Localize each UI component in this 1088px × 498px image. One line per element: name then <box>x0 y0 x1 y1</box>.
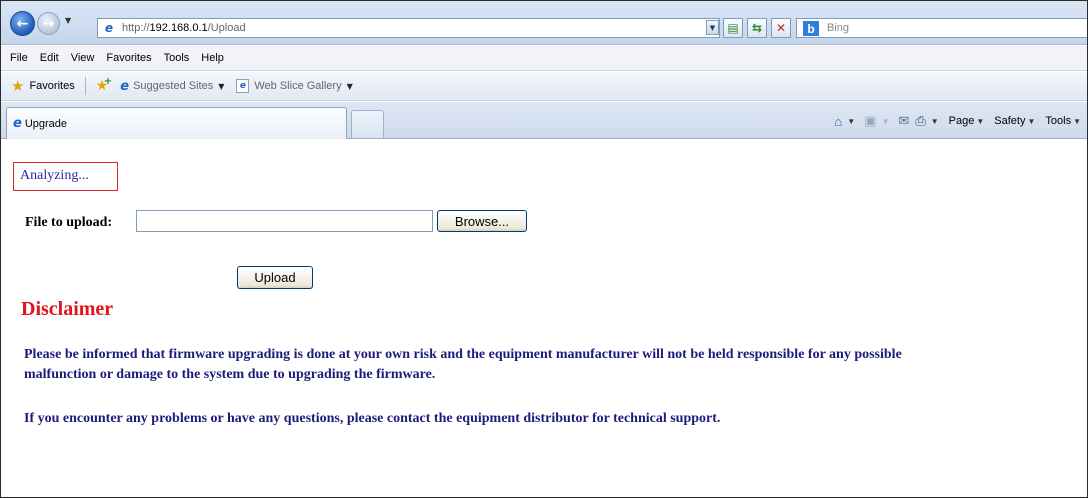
disclaimer-line-1: Please be informed that firmware upgradi… <box>24 347 902 362</box>
suggested-sites-link[interactable]: Suggested Sites <box>133 80 213 92</box>
back-arrow-icon[interactable]: ← <box>10 11 35 36</box>
chevron-down-icon[interactable]: ▼ <box>976 117 984 126</box>
ie-icon: e <box>13 116 22 131</box>
search-input[interactable]: b Bing <box>796 18 1087 38</box>
mail-icon[interactable]: ✉ <box>898 113 909 129</box>
menu-file[interactable]: File <box>4 52 34 64</box>
browser-window: ← → ▼ e http://192.168.0.1/Upload ▼ ▤ ⇆ … <box>0 0 1088 498</box>
home-icon[interactable]: ⌂ <box>834 114 842 129</box>
divider <box>84 77 86 95</box>
web-slice-gallery-link[interactable]: Web Slice Gallery <box>254 80 341 92</box>
menu-favorites[interactable]: Favorites <box>100 52 157 64</box>
feeds-icon[interactable]: ▣ <box>864 113 876 129</box>
new-tab-button[interactable] <box>351 110 384 138</box>
file-path-input[interactable] <box>136 210 433 232</box>
search-placeholder: Bing <box>827 22 850 34</box>
tools-menu[interactable]: Tools <box>1045 115 1071 127</box>
disclaimer-line-2: malfunction or damage to the system due … <box>24 367 436 382</box>
chevron-down-icon[interactable]: ▼ <box>1073 117 1081 126</box>
browse-button[interactable]: Browse... <box>437 210 527 232</box>
web-slice-icon: e <box>236 79 250 93</box>
menu-help[interactable]: Help <box>195 52 230 64</box>
ie-icon: e <box>120 78 130 94</box>
url-host: 192.168.0.1 <box>149 22 208 34</box>
menu-view[interactable]: View <box>65 52 101 64</box>
menu-edit[interactable]: Edit <box>34 52 65 64</box>
address-bar[interactable]: e http://192.168.0.1/Upload <box>97 18 720 38</box>
chevron-down-icon[interactable]: ▼ <box>347 82 353 91</box>
disclaimer-heading: Disclaimer <box>21 298 114 320</box>
refresh-icon[interactable]: ⇆ <box>747 18 767 38</box>
status-text: Analyzing... <box>13 162 118 191</box>
safety-menu[interactable]: Safety <box>994 115 1025 127</box>
chevron-down-icon[interactable]: ▼ <box>218 82 224 91</box>
url-path: /Upload <box>207 22 246 34</box>
favorites-bar: ★ Favorites ★ e Suggested Sites ▼ e Web … <box>1 72 1087 101</box>
chevron-down-icon[interactable]: ▼ <box>882 117 890 126</box>
address-dropdown-icon[interactable]: ▼ <box>706 20 719 35</box>
disclaimer-text: Please be informed that firmware upgradi… <box>24 345 902 385</box>
bing-icon: b <box>803 21 819 36</box>
page-content: Analyzing... File to upload: Browse... U… <box>1 140 1087 497</box>
upload-button[interactable]: Upload <box>237 266 313 289</box>
stop-icon[interactable]: ✕ <box>771 18 791 38</box>
chevron-down-icon[interactable]: ▼ <box>1027 117 1035 126</box>
url-prefix: http:// <box>122 22 150 34</box>
favorites-star-icon[interactable]: ★ <box>11 77 24 95</box>
menu-bar: File Edit View Favorites Tools Help <box>1 46 1087 71</box>
menu-tools[interactable]: Tools <box>158 52 196 64</box>
chevron-down-icon[interactable]: ▼ <box>931 117 939 126</box>
tab-upgrade[interactable]: e Upgrade <box>6 107 347 139</box>
compatibility-view-icon[interactable]: ▤ <box>723 18 743 38</box>
forward-arrow-icon[interactable]: → <box>37 12 60 35</box>
file-upload-label: File to upload: <box>25 215 113 230</box>
address-toolbar: ← → ▼ e http://192.168.0.1/Upload ▼ ▤ ⇆ … <box>1 1 1087 45</box>
favorites-button[interactable]: Favorites <box>29 80 74 92</box>
page-favicon-icon: e <box>104 21 114 35</box>
page-menu[interactable]: Page <box>949 115 975 127</box>
add-to-favorites-bar-icon[interactable]: ★ <box>96 76 112 94</box>
url-text[interactable]: http://192.168.0.1/Upload <box>122 22 246 34</box>
recent-pages-dropdown-icon[interactable]: ▼ <box>65 16 71 25</box>
tab-title: Upgrade <box>24 117 68 130</box>
support-text: If you encounter any problems or have an… <box>24 411 721 426</box>
chevron-down-icon[interactable]: ▼ <box>847 117 855 126</box>
print-icon[interactable]: ⎙ <box>915 113 925 129</box>
command-bar: ⌂ ▼ ▣ ▼ ✉ ⎙ ▼ Page ▼ Safety ▼ Tools ▼ <box>831 110 1087 132</box>
tab-bar: e Upgrade ⌂ ▼ ▣ ▼ ✉ ⎙ ▼ Page ▼ Safety ▼ … <box>1 102 1087 139</box>
